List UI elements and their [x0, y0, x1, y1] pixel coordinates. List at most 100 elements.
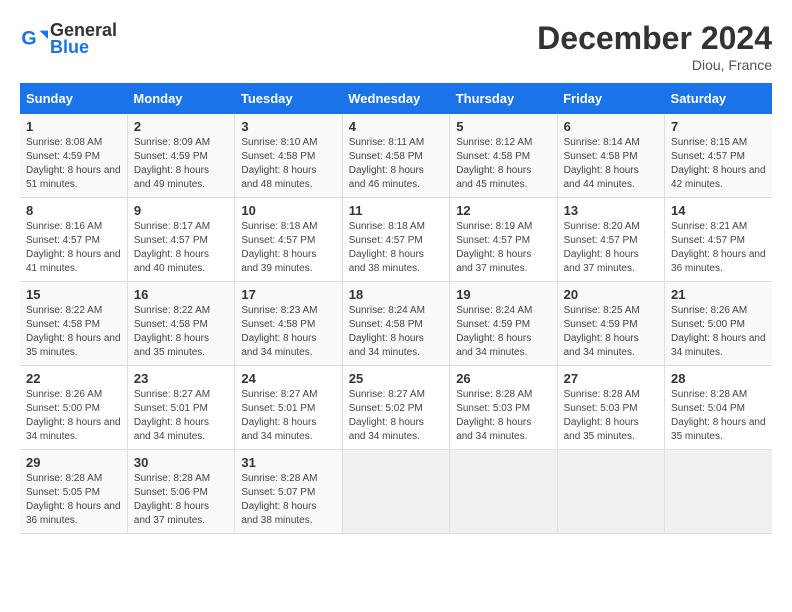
day-detail: Sunrise: 8:14 AM Sunset: 4:58 PM Dayligh…	[564, 136, 658, 192]
day-detail: Sunrise: 8:23 AM Sunset: 4:58 PM Dayligh…	[241, 304, 335, 360]
table-row	[450, 450, 557, 534]
table-row: 2 Sunrise: 8:09 AM Sunset: 4:59 PM Dayli…	[127, 114, 234, 198]
day-number: 24	[241, 371, 335, 386]
day-number: 12	[456, 203, 550, 218]
table-row	[665, 450, 772, 534]
table-row: 6 Sunrise: 8:14 AM Sunset: 4:58 PM Dayli…	[557, 114, 664, 198]
table-row: 23 Sunrise: 8:27 AM Sunset: 5:01 PM Dayl…	[127, 366, 234, 450]
calendar-row-4: 22 Sunrise: 8:26 AM Sunset: 5:00 PM Dayl…	[20, 366, 772, 450]
table-row: 22 Sunrise: 8:26 AM Sunset: 5:00 PM Dayl…	[20, 366, 127, 450]
day-number: 23	[134, 371, 228, 386]
day-number: 28	[671, 371, 766, 386]
day-detail: Sunrise: 8:24 AM Sunset: 4:59 PM Dayligh…	[456, 304, 550, 360]
day-detail: Sunrise: 8:28 AM Sunset: 5:07 PM Dayligh…	[241, 472, 335, 528]
day-number: 8	[26, 203, 121, 218]
day-detail: Sunrise: 8:24 AM Sunset: 4:58 PM Dayligh…	[349, 304, 443, 360]
day-number: 13	[564, 203, 658, 218]
day-detail: Sunrise: 8:18 AM Sunset: 4:57 PM Dayligh…	[349, 220, 443, 276]
day-detail: Sunrise: 8:12 AM Sunset: 4:58 PM Dayligh…	[456, 136, 550, 192]
day-number: 25	[349, 371, 443, 386]
day-number: 1	[26, 119, 121, 134]
table-row: 1 Sunrise: 8:08 AM Sunset: 4:59 PM Dayli…	[20, 114, 127, 198]
day-detail: Sunrise: 8:15 AM Sunset: 4:57 PM Dayligh…	[671, 136, 766, 192]
logo: G GeneralBlue	[20, 20, 117, 58]
table-row: 14 Sunrise: 8:21 AM Sunset: 4:57 PM Dayl…	[665, 198, 772, 282]
day-number: 22	[26, 371, 121, 386]
day-detail: Sunrise: 8:26 AM Sunset: 5:00 PM Dayligh…	[671, 304, 766, 360]
day-detail: Sunrise: 8:25 AM Sunset: 4:59 PM Dayligh…	[564, 304, 658, 360]
table-row: 13 Sunrise: 8:20 AM Sunset: 4:57 PM Dayl…	[557, 198, 664, 282]
table-row: 9 Sunrise: 8:17 AM Sunset: 4:57 PM Dayli…	[127, 198, 234, 282]
svg-text:G: G	[21, 28, 36, 50]
day-number: 30	[134, 455, 228, 470]
day-number: 10	[241, 203, 335, 218]
page-header: G GeneralBlue December 2024 Diou, France	[20, 20, 772, 73]
day-detail: Sunrise: 8:16 AM Sunset: 4:57 PM Dayligh…	[26, 220, 121, 276]
day-detail: Sunrise: 8:21 AM Sunset: 4:57 PM Dayligh…	[671, 220, 766, 276]
table-row	[342, 450, 449, 534]
day-detail: Sunrise: 8:22 AM Sunset: 4:58 PM Dayligh…	[26, 304, 121, 360]
day-detail: Sunrise: 8:26 AM Sunset: 5:00 PM Dayligh…	[26, 388, 121, 444]
day-number: 20	[564, 287, 658, 302]
day-detail: Sunrise: 8:17 AM Sunset: 4:57 PM Dayligh…	[134, 220, 228, 276]
table-row: 29 Sunrise: 8:28 AM Sunset: 5:05 PM Dayl…	[20, 450, 127, 534]
calendar-row-2: 8 Sunrise: 8:16 AM Sunset: 4:57 PM Dayli…	[20, 198, 772, 282]
logo-icon: G	[20, 25, 48, 53]
table-row: 25 Sunrise: 8:27 AM Sunset: 5:02 PM Dayl…	[342, 366, 449, 450]
table-row	[557, 450, 664, 534]
day-number: 26	[456, 371, 550, 386]
day-number: 9	[134, 203, 228, 218]
day-number: 29	[26, 455, 121, 470]
month-title: December 2024	[537, 20, 772, 57]
day-number: 11	[349, 203, 443, 218]
day-number: 14	[671, 203, 766, 218]
table-row: 18 Sunrise: 8:24 AM Sunset: 4:58 PM Dayl…	[342, 282, 449, 366]
day-number: 15	[26, 287, 121, 302]
table-row: 10 Sunrise: 8:18 AM Sunset: 4:57 PM Dayl…	[235, 198, 342, 282]
day-detail: Sunrise: 8:28 AM Sunset: 5:03 PM Dayligh…	[564, 388, 658, 444]
location: Diou, France	[537, 57, 772, 73]
col-sunday: Sunday	[20, 83, 127, 114]
day-detail: Sunrise: 8:27 AM Sunset: 5:01 PM Dayligh…	[241, 388, 335, 444]
day-number: 27	[564, 371, 658, 386]
table-row: 26 Sunrise: 8:28 AM Sunset: 5:03 PM Dayl…	[450, 366, 557, 450]
table-row: 27 Sunrise: 8:28 AM Sunset: 5:03 PM Dayl…	[557, 366, 664, 450]
table-row: 8 Sunrise: 8:16 AM Sunset: 4:57 PM Dayli…	[20, 198, 127, 282]
day-detail: Sunrise: 8:09 AM Sunset: 4:59 PM Dayligh…	[134, 136, 228, 192]
day-number: 17	[241, 287, 335, 302]
col-monday: Monday	[127, 83, 234, 114]
table-row: 4 Sunrise: 8:11 AM Sunset: 4:58 PM Dayli…	[342, 114, 449, 198]
day-number: 31	[241, 455, 335, 470]
column-header-row: Sunday Monday Tuesday Wednesday Thursday…	[20, 83, 772, 114]
day-number: 7	[671, 119, 766, 134]
table-row: 5 Sunrise: 8:12 AM Sunset: 4:58 PM Dayli…	[450, 114, 557, 198]
table-row: 11 Sunrise: 8:18 AM Sunset: 4:57 PM Dayl…	[342, 198, 449, 282]
day-detail: Sunrise: 8:18 AM Sunset: 4:57 PM Dayligh…	[241, 220, 335, 276]
col-saturday: Saturday	[665, 83, 772, 114]
day-detail: Sunrise: 8:19 AM Sunset: 4:57 PM Dayligh…	[456, 220, 550, 276]
day-detail: Sunrise: 8:20 AM Sunset: 4:57 PM Dayligh…	[564, 220, 658, 276]
day-number: 5	[456, 119, 550, 134]
table-row: 7 Sunrise: 8:15 AM Sunset: 4:57 PM Dayli…	[665, 114, 772, 198]
day-number: 6	[564, 119, 658, 134]
col-thursday: Thursday	[450, 83, 557, 114]
logo-blue: Blue	[50, 37, 117, 58]
day-detail: Sunrise: 8:27 AM Sunset: 5:01 PM Dayligh…	[134, 388, 228, 444]
day-detail: Sunrise: 8:08 AM Sunset: 4:59 PM Dayligh…	[26, 136, 121, 192]
day-detail: Sunrise: 8:27 AM Sunset: 5:02 PM Dayligh…	[349, 388, 443, 444]
table-row: 20 Sunrise: 8:25 AM Sunset: 4:59 PM Dayl…	[557, 282, 664, 366]
col-tuesday: Tuesday	[235, 83, 342, 114]
table-row: 16 Sunrise: 8:22 AM Sunset: 4:58 PM Dayl…	[127, 282, 234, 366]
day-number: 3	[241, 119, 335, 134]
day-detail: Sunrise: 8:28 AM Sunset: 5:06 PM Dayligh…	[134, 472, 228, 528]
day-number: 21	[671, 287, 766, 302]
table-row: 30 Sunrise: 8:28 AM Sunset: 5:06 PM Dayl…	[127, 450, 234, 534]
table-row: 24 Sunrise: 8:27 AM Sunset: 5:01 PM Dayl…	[235, 366, 342, 450]
calendar-row-5: 29 Sunrise: 8:28 AM Sunset: 5:05 PM Dayl…	[20, 450, 772, 534]
col-wednesday: Wednesday	[342, 83, 449, 114]
day-detail: Sunrise: 8:11 AM Sunset: 4:58 PM Dayligh…	[349, 136, 443, 192]
calendar-row-3: 15 Sunrise: 8:22 AM Sunset: 4:58 PM Dayl…	[20, 282, 772, 366]
table-row: 12 Sunrise: 8:19 AM Sunset: 4:57 PM Dayl…	[450, 198, 557, 282]
day-detail: Sunrise: 8:28 AM Sunset: 5:03 PM Dayligh…	[456, 388, 550, 444]
day-detail: Sunrise: 8:10 AM Sunset: 4:58 PM Dayligh…	[241, 136, 335, 192]
